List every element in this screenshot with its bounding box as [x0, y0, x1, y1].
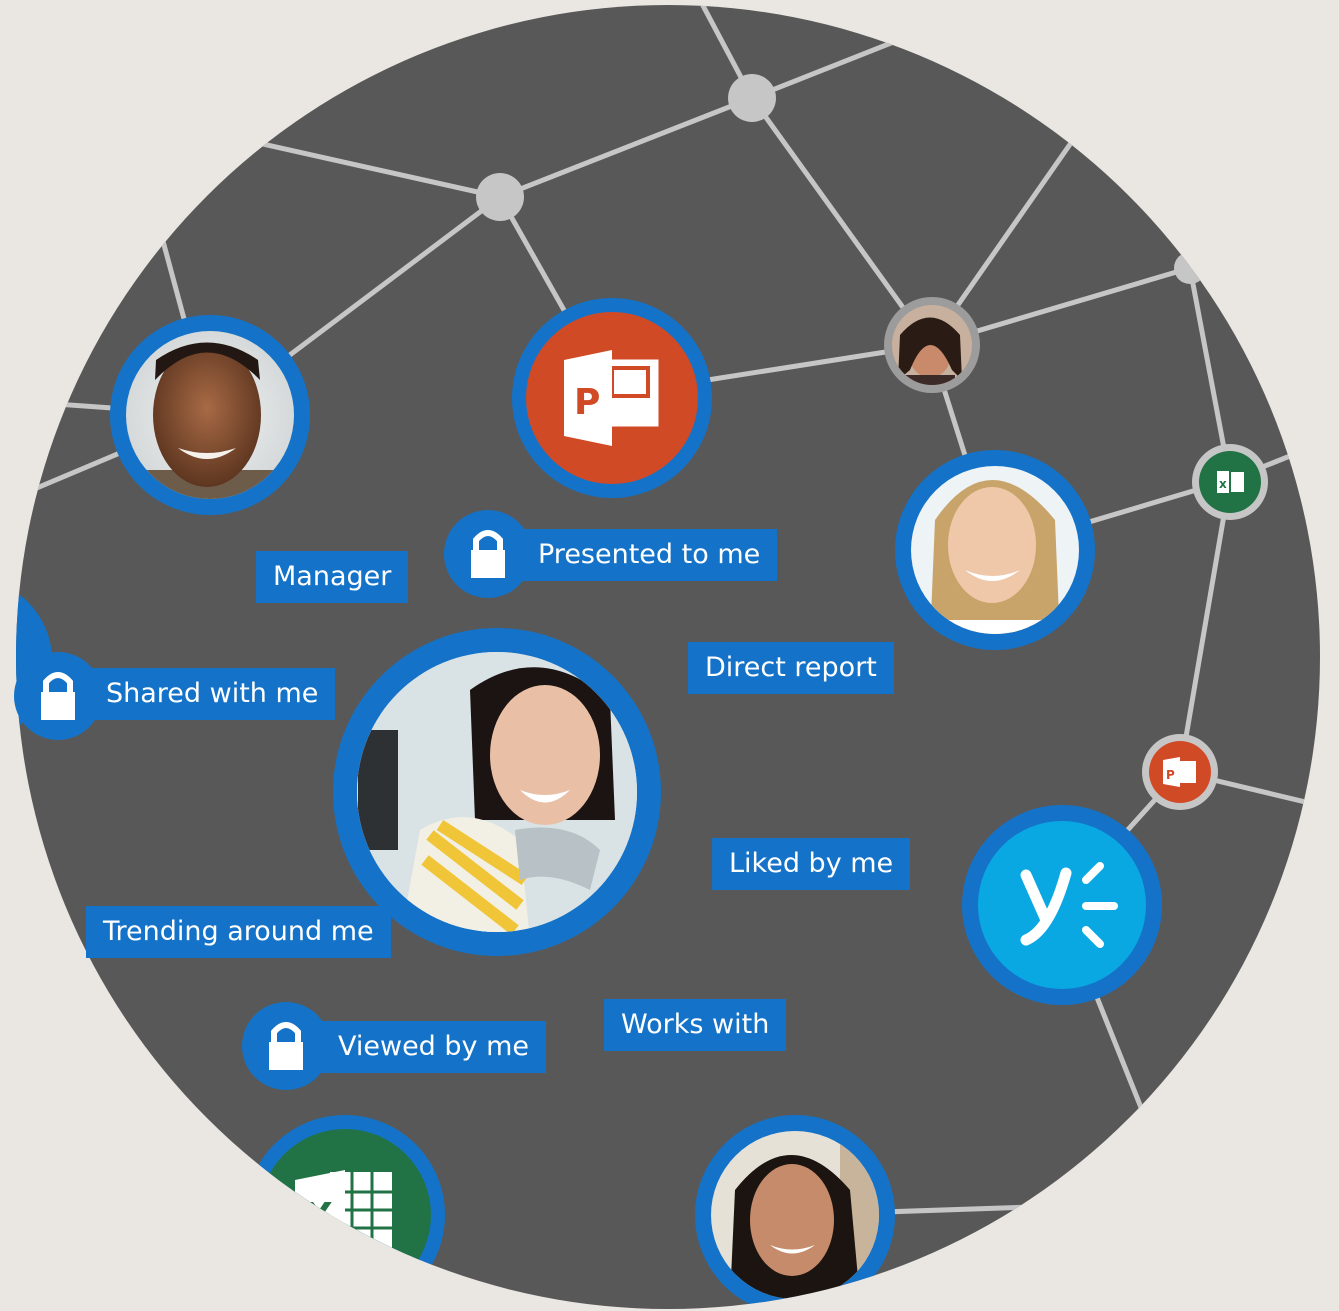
powerpoint-icon: P [1163, 757, 1196, 787]
label-manager: Manager [256, 551, 409, 603]
svg-text:x: x [1219, 477, 1227, 491]
person-avatar[interactable] [695, 1115, 895, 1311]
excel-node[interactable]: X [245, 1115, 445, 1311]
graph-node [728, 74, 776, 122]
label-direct-report: Direct report [688, 642, 894, 694]
label-works-with: Works with [604, 999, 787, 1051]
lock-badge [444, 510, 532, 598]
excel-icon: x [1215, 469, 1244, 495]
label-liked-by-me: Liked by me [712, 838, 911, 890]
yammer-node[interactable] [962, 805, 1162, 1005]
label-shared-with-me: Shared with me [88, 668, 336, 720]
graph-disc [16, 5, 1320, 1309]
lock-badge [242, 1002, 330, 1090]
lock-icon [471, 530, 505, 578]
powerpoint-node-small[interactable]: P [1142, 734, 1218, 810]
graph-node [1174, 252, 1206, 284]
network-graph: P x P X [16, 5, 1320, 1311]
person-avatar[interactable] [895, 450, 1095, 650]
svg-text:X: X [305, 1196, 333, 1237]
graph-node [476, 173, 524, 221]
powerpoint-node[interactable]: P [512, 298, 712, 498]
label-trending-around-me: Trending around me [86, 906, 391, 958]
excel-icon: X [295, 1170, 392, 1260]
lock-icon [269, 1022, 303, 1070]
label-presented-to-me: Presented to me [520, 529, 778, 581]
excel-node-small[interactable]: x [1192, 444, 1268, 520]
label-viewed-by-me: Viewed by me [320, 1021, 547, 1073]
svg-text:P: P [574, 382, 600, 423]
svg-text:P: P [1166, 768, 1175, 782]
